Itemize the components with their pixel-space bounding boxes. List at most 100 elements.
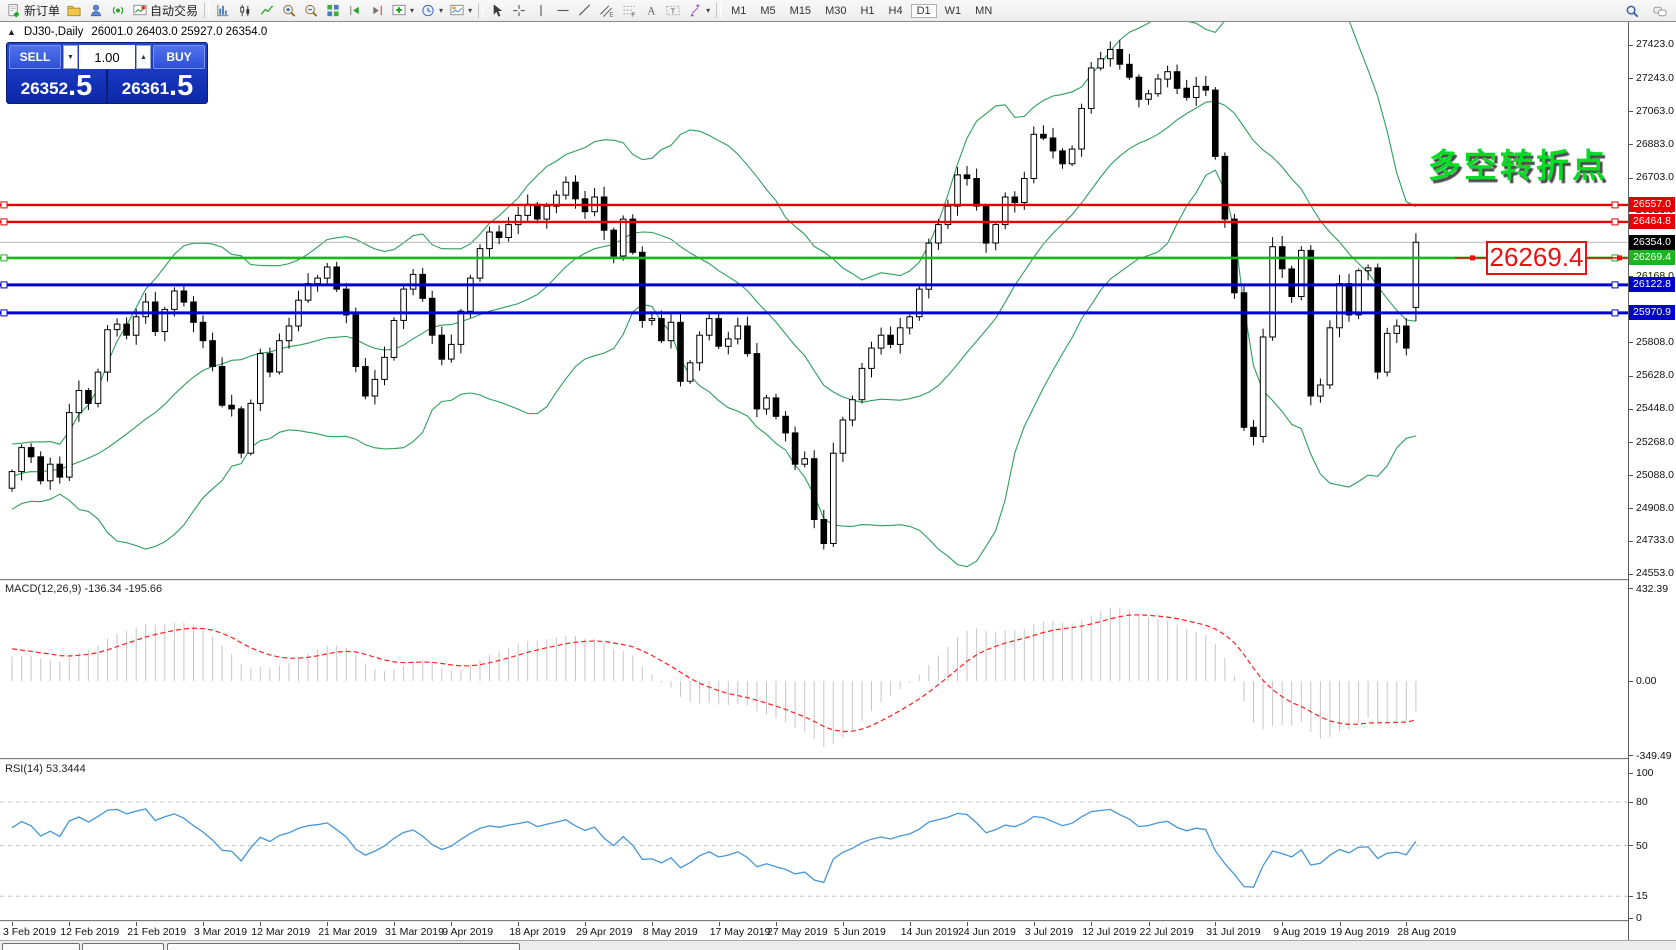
auto-scroll-button[interactable] (345, 1, 365, 20)
trendline-icon (577, 3, 593, 18)
sell-button[interactable]: SELL (9, 45, 61, 69)
dropdown-arrow-icon: ▾ (439, 6, 443, 15)
rsi-tick-label: 0 (1636, 912, 1642, 924)
chart-tab[interactable] (167, 943, 520, 950)
tile-windows-icon (325, 3, 341, 18)
templates-button[interactable]: ▾ (447, 1, 474, 20)
volume-input[interactable]: 1.00 (79, 45, 135, 69)
tf-button-M30[interactable]: M30 (819, 4, 852, 18)
date-axis[interactable]: 3 Feb 201912 Feb 201921 Feb 20193 Mar 20… (0, 922, 1628, 940)
dropdown-arrow-icon: ▾ (468, 6, 472, 15)
indicators-button[interactable]: ▾ (389, 1, 416, 20)
mt4-window: 新订单自动交易▾▾▾EFAT▾M1M5M15M30H1H4D1W1MN ▲ DJ… (0, 0, 1676, 950)
crosshair-icon (511, 3, 527, 18)
chart-tab[interactable] (82, 943, 164, 950)
axis-tick (1629, 588, 1633, 589)
crosshair-button[interactable] (509, 1, 529, 20)
macd-panel-canvas[interactable] (0, 581, 1628, 758)
toolbar: 新订单自动交易▾▾▾EFAT▾M1M5M15M30H1H4D1W1MN (0, 0, 1676, 22)
dropdown-arrow-icon: ▾ (410, 6, 414, 15)
tf-button-MN[interactable]: MN (969, 4, 998, 18)
chart-shift-button[interactable] (367, 1, 387, 20)
date-label: 21 Feb 2019 (127, 926, 186, 938)
date-label: 29 Apr 2019 (576, 926, 633, 938)
market-watch-button[interactable] (86, 1, 106, 20)
date-label: 19 Aug 2019 (1331, 926, 1390, 938)
horizontal-line-icon (555, 3, 571, 18)
chat-icon (1652, 4, 1668, 19)
axis-tick (1629, 541, 1633, 542)
sell-price[interactable]: 26352.5 (7, 69, 106, 103)
tile-windows-button[interactable] (323, 1, 343, 20)
cursor-button[interactable] (487, 1, 507, 20)
zoom-out-button[interactable] (301, 1, 321, 20)
zoom-in-button[interactable] (279, 1, 299, 20)
volume-increase-button[interactable]: ▲ (136, 45, 151, 69)
date-label: 3 Mar 2019 (194, 926, 247, 938)
axis-tick (1629, 475, 1633, 476)
periods-button[interactable]: ▾ (418, 1, 445, 20)
tf-button-M1[interactable]: M1 (725, 4, 752, 18)
arrows-button[interactable]: ▾ (685, 1, 712, 20)
axis-tick (1629, 409, 1633, 410)
signals-button[interactable] (108, 1, 128, 20)
chart-tab[interactable] (2, 943, 80, 950)
price-axis[interactable]: 27423.027243.027063.026883.026703.026523… (1628, 22, 1676, 940)
vertical-line-button[interactable] (531, 1, 551, 20)
fibonacci-button[interactable]: F (619, 1, 639, 20)
new-order-button[interactable]: 新订单 (4, 1, 62, 20)
chat-button[interactable] (1650, 2, 1670, 21)
rsi-panel-canvas[interactable] (0, 760, 1628, 920)
line-chart-icon (259, 3, 275, 18)
price-level-lines[interactable] (0, 202, 1628, 316)
price-tick-label: 27243.0 (1636, 72, 1674, 84)
tf-button-H1[interactable]: H1 (854, 4, 880, 18)
text-label-button[interactable]: T (663, 1, 683, 20)
zoom-in-icon (281, 3, 297, 18)
sell-price-main: 26352 (21, 77, 68, 101)
date-label: 14 Jun 2019 (901, 926, 959, 938)
trendline-button[interactable] (575, 1, 595, 20)
price-level-label[interactable]: 26269.4 (1486, 241, 1587, 275)
volume-decrease-button[interactable]: ▼ (63, 45, 78, 69)
tf-button-M5[interactable]: M5 (754, 4, 781, 18)
cursor-icon (489, 3, 505, 18)
svg-text:F: F (631, 12, 635, 18)
candlestick-button[interactable] (235, 1, 255, 20)
buy-price[interactable]: 26361.5 (108, 69, 207, 103)
zoom-out-icon (303, 3, 319, 18)
price-tick-label: 24733.0 (1636, 534, 1674, 546)
tf-button-D1[interactable]: D1 (911, 4, 937, 18)
date-label: 9 Aug 2019 (1273, 926, 1326, 938)
bar-chart-button[interactable] (213, 1, 233, 20)
price-tick-label: 24908.0 (1636, 502, 1674, 514)
vertical-line-icon (533, 3, 549, 18)
profiles-button[interactable] (64, 1, 84, 20)
macd-tick-label: -349.49 (1636, 750, 1672, 762)
horizontal-line-button[interactable] (553, 1, 573, 20)
tf-button-W1[interactable]: W1 (939, 4, 968, 18)
date-label: 12 Jul 2019 (1082, 926, 1136, 938)
macd-indicator-label: MACD(12,26,9) -136.34 -195.66 (5, 583, 162, 595)
axis-tick (1629, 45, 1633, 46)
text-button[interactable]: A (641, 1, 661, 20)
autotrading-button-label: 自动交易 (150, 2, 198, 19)
autotrading-button[interactable]: 自动交易 (130, 1, 200, 20)
tf-button-M15[interactable]: M15 (784, 4, 817, 18)
price-badge: 26557.0 (1629, 197, 1675, 212)
tf-button-H4[interactable]: H4 (883, 4, 909, 18)
search-icon (1624, 4, 1640, 19)
rsi-level-lines (0, 802, 1628, 896)
buy-button[interactable]: BUY (153, 45, 205, 69)
toolbar-separator (478, 3, 483, 18)
price-tick-label: 25808.0 (1636, 336, 1674, 348)
line-chart-button[interactable] (257, 1, 277, 20)
equidistant-channel-button[interactable]: E (597, 1, 617, 20)
collapse-trade-panel-icon[interactable]: ▲ (7, 27, 16, 37)
date-label: 22 Jul 2019 (1140, 926, 1194, 938)
main-chart-canvas[interactable] (0, 22, 1628, 579)
axis-tick (1629, 111, 1633, 112)
bollinger-bands (12, 22, 1416, 567)
search-button[interactable] (1622, 2, 1642, 21)
folder-icon (66, 3, 82, 18)
